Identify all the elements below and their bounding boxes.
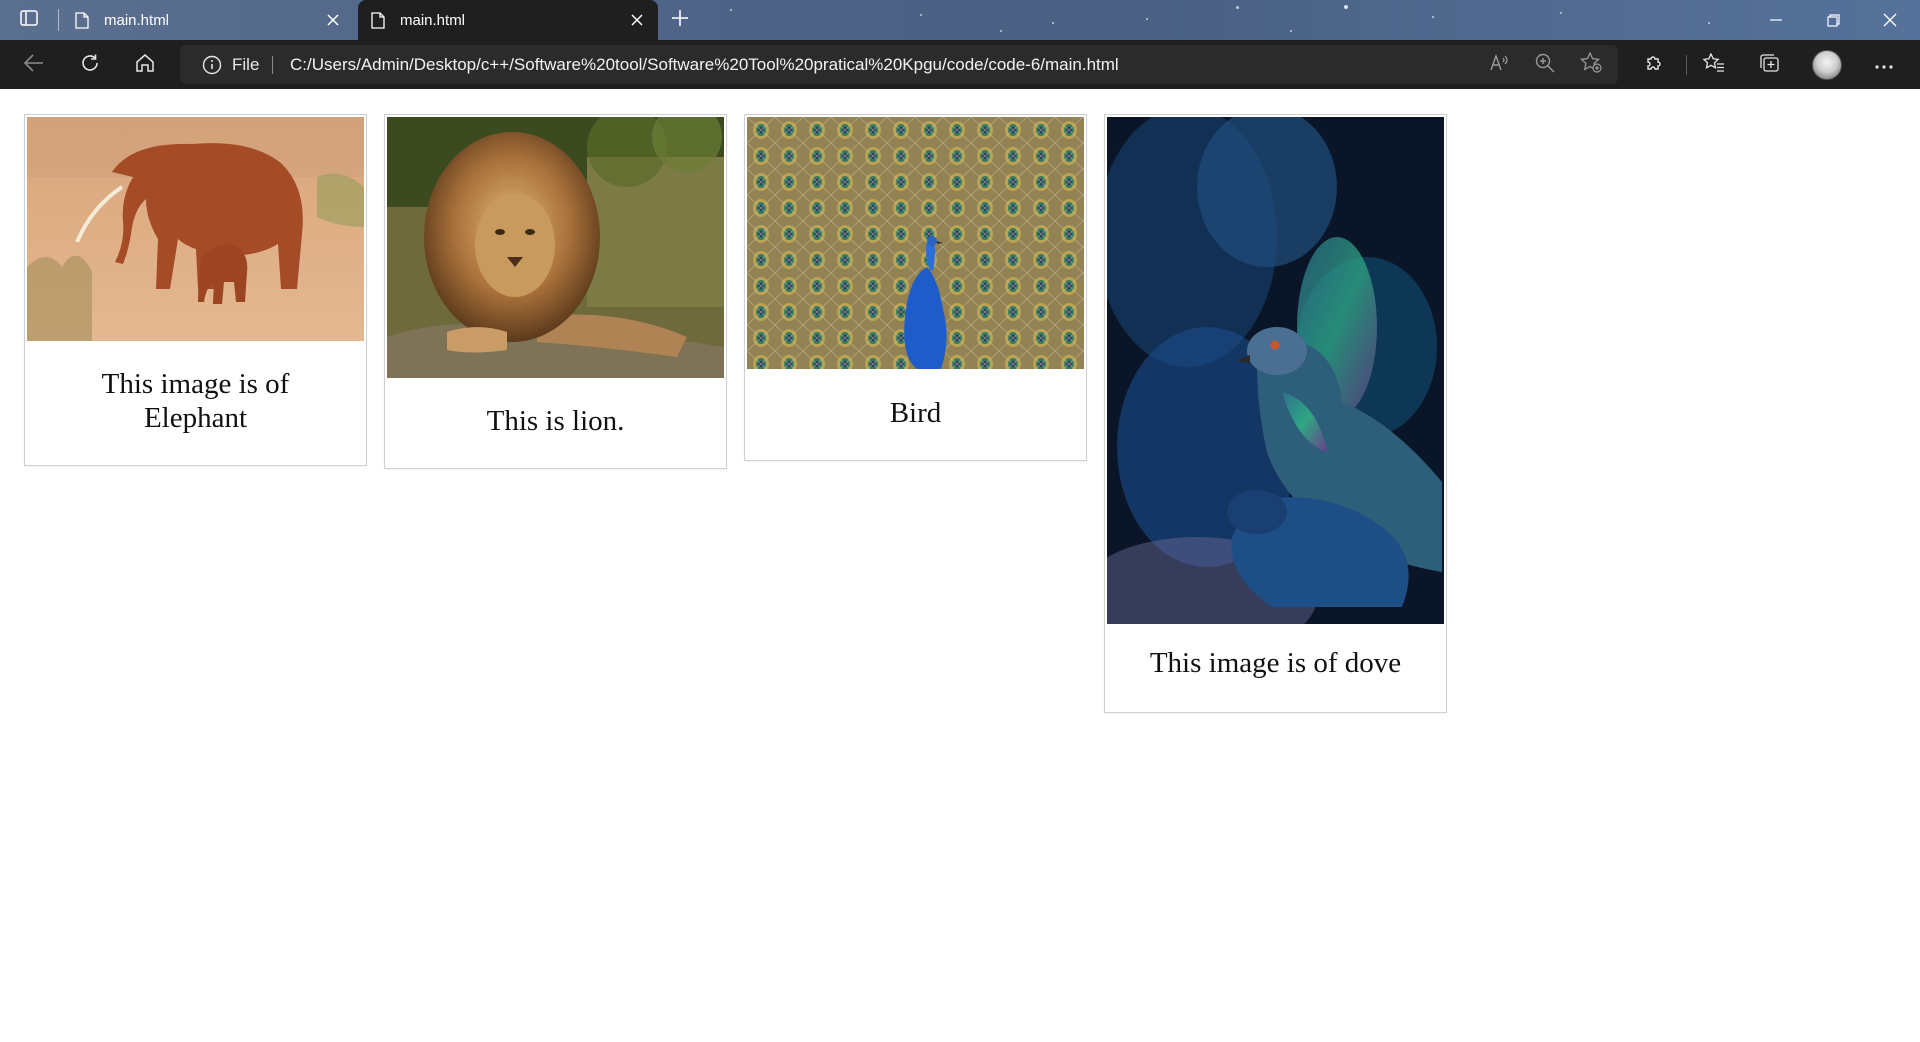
close-window-button[interactable] (1862, 0, 1918, 40)
url-text[interactable]: C:/Users/Admin/Desktop/c++/Software%20to… (290, 45, 1119, 84)
card-caption: This is lion. (486, 405, 625, 437)
restore-button[interactable] (1805, 0, 1861, 40)
favorites-icon (1702, 51, 1725, 78)
elephant-photo (27, 117, 364, 341)
read-aloud-button[interactable] (1484, 49, 1516, 81)
minimize-button[interactable] (1748, 0, 1804, 40)
page-content: This image is of Elephant This is lion. … (0, 89, 1920, 1042)
new-tab-button[interactable] (664, 4, 696, 36)
tab-title: main.html (400, 11, 466, 29)
peacock-photo (747, 117, 1084, 369)
close-tab-button[interactable] (318, 5, 348, 35)
site-info-button[interactable]: File (202, 45, 259, 84)
more-button[interactable] (1866, 47, 1902, 83)
lion-photo (387, 117, 724, 378)
image-card-elephant: This image is of Elephant (24, 114, 367, 466)
page-icon (74, 11, 90, 29)
home-button[interactable] (127, 47, 163, 83)
read-aloud-icon (1490, 53, 1510, 77)
back-icon (23, 53, 44, 77)
zoom-icon (1535, 53, 1555, 78)
collections-icon (1758, 53, 1780, 78)
image-card-lion: This is lion. (384, 114, 727, 469)
card-caption: This image is of dove (1149, 647, 1402, 679)
back-button[interactable] (16, 47, 52, 83)
plus-icon (671, 9, 689, 32)
tab-title: main.html (104, 11, 170, 29)
add-favorite-icon (1579, 51, 1602, 78)
extensions-icon (1644, 53, 1664, 78)
extensions-button[interactable] (1636, 47, 1672, 83)
pigeon-photo (1107, 117, 1444, 624)
refresh-button[interactable] (72, 47, 108, 83)
close-tab-button[interactable] (622, 5, 652, 35)
toolbar-divider (1686, 55, 1687, 75)
address-bar[interactable]: File C:/Users/Admin/Desktop/c++/Software… (180, 45, 1618, 84)
tab-separator (58, 9, 59, 31)
more-icon (1875, 56, 1893, 74)
tab-inactive[interactable]: main.html (62, 0, 354, 40)
site-info-label: File (232, 54, 260, 74)
tab-active[interactable]: main.html (358, 0, 658, 40)
collections-button[interactable] (1751, 47, 1787, 83)
page-icon (370, 11, 386, 29)
card-caption: Bird (889, 397, 942, 429)
info-icon (202, 55, 222, 75)
image-card-bird: Bird (744, 114, 1087, 461)
tab-actions-icon (20, 9, 38, 31)
refresh-icon (80, 53, 100, 78)
home-icon (135, 53, 155, 78)
zoom-button[interactable] (1529, 49, 1561, 81)
browser-toolbar: File C:/Users/Admin/Desktop/c++/Software… (0, 40, 1920, 89)
image-card-dove: This image is of dove (1104, 114, 1447, 713)
address-separator (272, 56, 273, 74)
profile-avatar[interactable] (1812, 50, 1842, 80)
card-caption-line: Elephant (143, 402, 248, 434)
add-favorite-button[interactable] (1575, 49, 1607, 81)
card-caption-line: This image is of (101, 368, 290, 400)
browser-title-bar: main.html main.html (0, 0, 1920, 40)
tab-actions-menu-button[interactable] (12, 6, 46, 34)
favorites-button[interactable] (1696, 47, 1732, 83)
